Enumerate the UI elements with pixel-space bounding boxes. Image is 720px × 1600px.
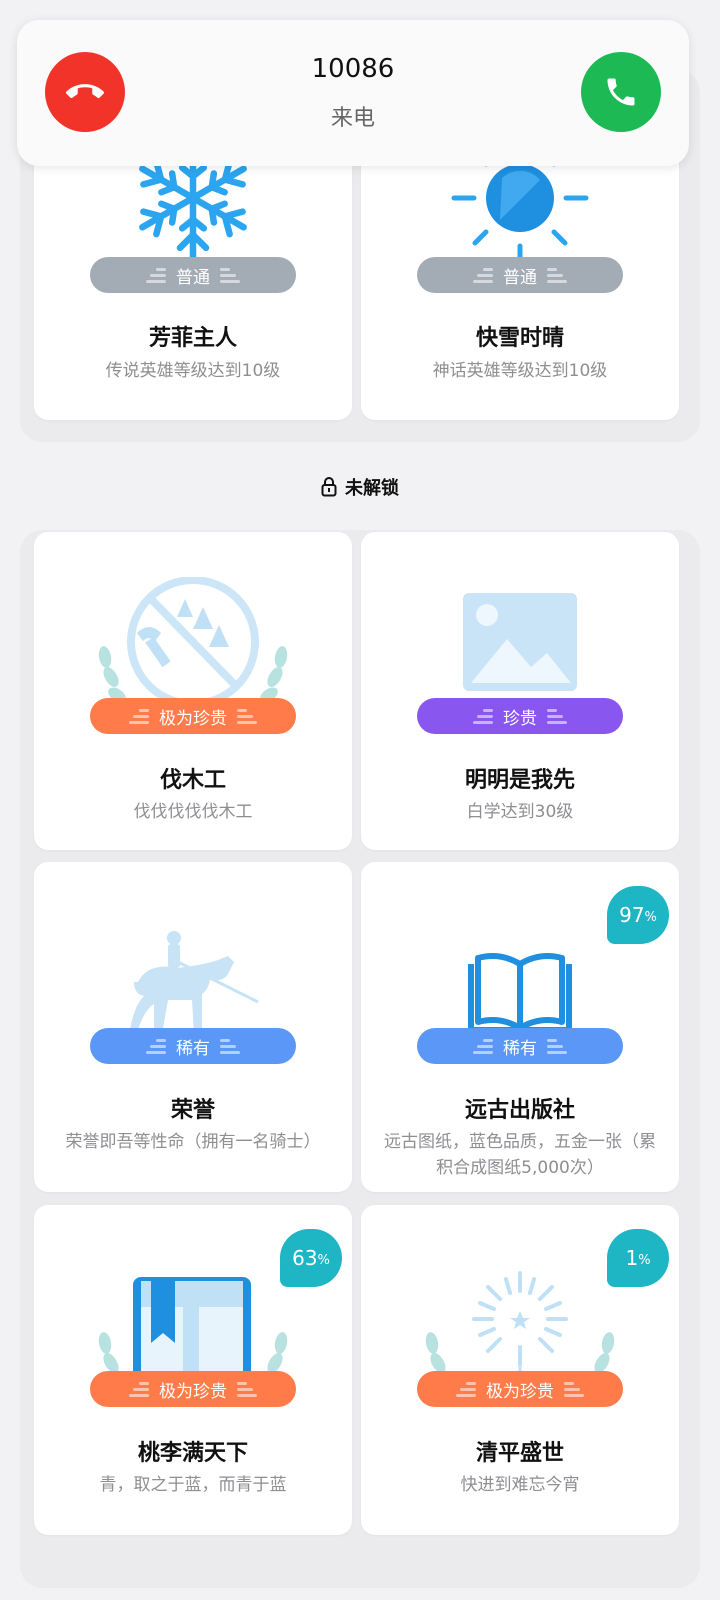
achievement-title: 桃李满天下 (137, 1441, 248, 1466)
achievement-desc: 伐伐伐伐伐木工 (133, 802, 253, 822)
achievement-card[interactable]: 63% 极为珍贵 桃李满天下 青，取之于蓝，而青于蓝 (34, 1205, 352, 1535)
achievement-desc: 快进到难忘今宵 (460, 1475, 580, 1495)
achievement-title: 荣誉 (170, 1098, 215, 1123)
phone-icon (607, 78, 635, 106)
achievement-title: 伐木工 (159, 768, 226, 793)
achievement-card[interactable]: 稀有 荣誉 荣誉即吾等性命（拥有一名骑士） (34, 862, 352, 1192)
achievement-desc: 传说英雄等级达到10级 (105, 361, 281, 381)
locked-section-header: 未解锁 (0, 474, 720, 500)
achievement-desc: 神话英雄等级达到10级 (432, 361, 608, 381)
achievement-title: 快雪时晴 (475, 326, 564, 351)
achievement-desc: 青，取之于蓝，而青于蓝 (99, 1475, 287, 1495)
achievement-desc: 荣誉即吾等性命（拥有一名骑士） (65, 1132, 321, 1152)
incoming-call-banner[interactable]: 10086 来电 (17, 20, 689, 166)
achievement-title: 明明是我先 (464, 768, 575, 793)
achievement-title: 清平盛世 (475, 1441, 564, 1466)
rarity-badge: 极为珍贵 (90, 1371, 296, 1407)
rarity-badge: 普通 (417, 257, 623, 293)
rarity-badge: 稀有 (90, 1028, 296, 1064)
rarity-badge: 极为珍贵 (417, 1371, 623, 1407)
rarity-badge: 极为珍贵 (90, 698, 296, 734)
achievement-card[interactable]: 97% 稀有 远古出版社 远古图纸，蓝色品质，五金一张（累积合成图纸5,000次… (361, 862, 679, 1192)
answer-call-button[interactable] (581, 52, 661, 132)
achievement-card[interactable]: 极为珍贵 伐木工 伐伐伐伐伐木工 (34, 532, 352, 850)
rarity-badge: 珍贵 (417, 698, 623, 734)
achievement-card[interactable]: 珍贵 明明是我先 白学达到30级 (361, 532, 679, 850)
rarity-badge: 普通 (90, 257, 296, 293)
achievement-desc: 远古图纸，蓝色品质，五金一张（累积合成图纸5,000次） (384, 1132, 656, 1178)
achievement-card[interactable]: 1% 极为珍贵 清平盛世 快进到难忘今宵 (361, 1205, 679, 1535)
achievement-title: 芳菲主人 (148, 326, 237, 351)
achievement-desc: 白学达到30级 (466, 802, 574, 822)
lock-icon (321, 477, 337, 497)
rarity-badge: 稀有 (417, 1028, 623, 1064)
achievement-title: 远古出版社 (464, 1098, 575, 1123)
